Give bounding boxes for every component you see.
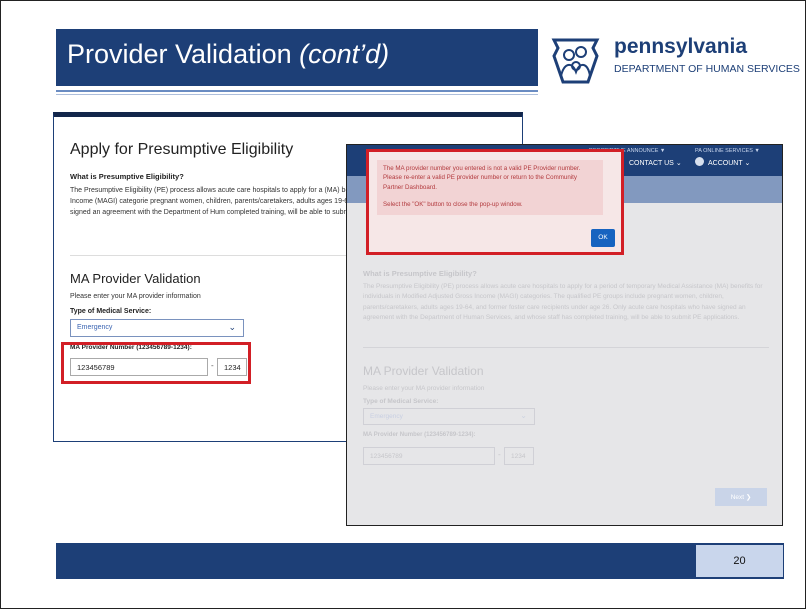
error-popup: The MA provider number you entered is no… (366, 149, 624, 255)
nav-link-online-services[interactable]: PA ONLINE SERVICES ▼ (695, 148, 760, 154)
slide-title: Provider Validation (cont’d) (67, 39, 389, 70)
service-type-value: Emergency (77, 324, 113, 331)
error-close-instruction: Select the "OK" button to close the pop-… (383, 200, 523, 208)
divider (363, 347, 769, 348)
account-label: ACCOUNT (708, 160, 743, 167)
ok-button[interactable]: OK (591, 229, 615, 247)
service-type-label: Type of Medical Service: (363, 398, 439, 405)
section-heading: MA Provider Validation (70, 271, 201, 286)
title-underline (56, 90, 538, 92)
chevron-down-icon: ⌄ (675, 160, 682, 167)
next-button[interactable]: Next ❯ (715, 488, 767, 506)
chevron-down-icon: ⌄ (228, 322, 236, 332)
service-type-select[interactable]: Emergency ⌄ (70, 319, 244, 337)
ok-button-label: OK (598, 234, 608, 241)
pe-info-heading: What is Presumptive Eligibility? (70, 172, 184, 181)
page-heading: Apply for Presumptive Eligibility (70, 141, 294, 158)
error-message-text: The MA provider number you entered is no… (383, 165, 581, 191)
pe-info-heading: What is Presumptive Eligibility? (363, 269, 477, 278)
next-button-label: Next ❯ (730, 494, 752, 501)
logo-name: pennsylvania (614, 35, 748, 58)
provider-suffix-input[interactable]: 1234 (504, 447, 534, 465)
provider-number-label: MA Provider Number (123456789-1234): (363, 432, 476, 438)
pe-info-text: The Presumptive Eligibility (PE) process… (363, 283, 763, 321)
account-avatar-icon (695, 157, 704, 166)
instruction-text: Please enter your MA provider informatio… (70, 293, 201, 300)
footer-bar (56, 543, 784, 579)
provider-number-value: 123456789 (370, 453, 403, 460)
contact-us-label: CONTACT US (629, 160, 674, 167)
chevron-down-icon: ⌄ (744, 160, 751, 167)
service-type-value: Emergency (370, 413, 403, 420)
account-menu[interactable]: ACCOUNT ⌄ (708, 159, 750, 167)
instruction-text: Please enter your MA provider informatio… (363, 385, 485, 392)
service-type-select[interactable]: Emergency ⌄ (363, 408, 535, 425)
page-number-box: 20 (696, 545, 783, 577)
provider-number-dash: - (498, 450, 501, 459)
error-message: The MA provider number you entered is no… (377, 160, 603, 216)
pa-keystone-family-logo-icon (551, 38, 600, 84)
service-type-label: Type of Medical Service: (70, 308, 152, 315)
highlight-box-provider-number (61, 342, 251, 384)
title-italic: (cont’d) (299, 39, 390, 69)
title-main: Provider Validation (67, 39, 300, 69)
section-heading: MA Provider Validation (363, 364, 484, 378)
contact-us-link[interactable]: CONTACT US ⌄ (629, 159, 682, 167)
logo-department: DEPARTMENT OF HUMAN SERVICES (614, 63, 800, 75)
chevron-down-icon: ⌄ (520, 411, 527, 420)
page-number: 20 (733, 555, 746, 567)
provider-suffix-value: 1234 (511, 453, 526, 460)
title-underline-thin (56, 94, 538, 95)
provider-number-input[interactable]: 123456789 (363, 447, 495, 465)
slide: Provider Validation (cont’d) pennsylvani… (0, 0, 806, 609)
